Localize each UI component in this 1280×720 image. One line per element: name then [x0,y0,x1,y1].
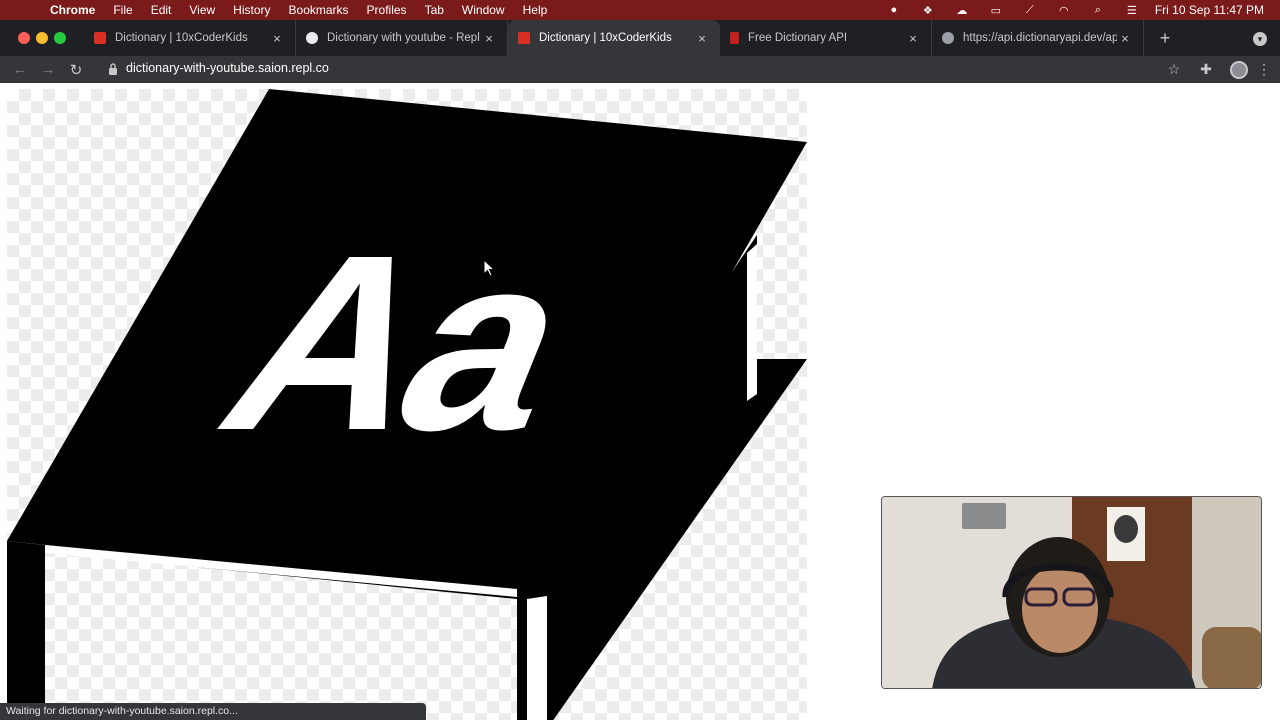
close-tab-icon[interactable]: × [1117,31,1133,46]
page-load-status: Waiting for dictionary-with-youtube.saio… [0,703,426,720]
tab-replit[interactable]: Dictionary with youtube - Repl × [296,20,508,56]
close-tab-icon[interactable]: × [269,31,285,46]
zoom-window-button[interactable] [54,32,66,44]
favicon-icon [94,32,106,44]
menu-edit[interactable]: Edit [151,3,172,17]
tab-dictionary-active[interactable]: Dictionary | 10xCoderKids × [508,20,720,56]
favicon-icon [306,32,318,44]
tab-title: https://api.dictionaryapi.dev/ap [963,32,1117,44]
menu-bookmarks[interactable]: Bookmarks [289,3,349,17]
menu-view[interactable]: View [189,3,215,17]
tab-free-dictionary-api[interactable]: Free Dictionary API × [720,20,932,56]
app-menus: Chrome File Edit View History Bookmarks … [50,3,565,17]
lock-icon[interactable] [108,62,118,76]
presenter-webcam-feed [882,497,1261,688]
browser-tab-strip: Dictionary | 10xCoderKids × Dictionary w… [0,20,1280,56]
mouse-cursor-icon [483,259,495,277]
close-tab-icon[interactable]: × [481,31,497,46]
tab-dictionary-1[interactable]: Dictionary | 10xCoderKids × [84,20,296,56]
favicon-icon [730,32,739,44]
menu-bar-clock[interactable]: Fri 10 Sep 11:47 PM [1155,3,1264,17]
macos-menu-bar: Chrome File Edit View History Bookmarks … [0,0,1280,20]
tab-api-url[interactable]: https://api.dictionaryapi.dev/ap × [932,20,1144,56]
favicon-icon [518,32,530,44]
extensions-icon[interactable]: ✚ [1190,61,1222,78]
menu-window[interactable]: Window [462,3,505,17]
menu-bar-status-area: ● ❖ ☁ ▭ ⟋ ◠ ⌕ ☰ Fri 10 Sep 11:47 PM [877,0,1280,20]
cloud-icon[interactable]: ☁ [945,4,979,17]
screen-record-icon[interactable]: ● [877,4,911,16]
address-bar[interactable]: dictionary-with-youtube.saion.repl.co [126,61,329,75]
dropbox-icon[interactable]: ❖ [911,4,945,17]
window-controls [18,32,72,44]
back-button[interactable]: ← [6,61,34,78]
profile-avatar[interactable] [1230,60,1248,79]
tab-title: Dictionary with youtube - Repl [327,32,480,44]
close-tab-icon[interactable]: × [694,31,710,46]
close-tab-icon[interactable]: × [905,31,921,46]
chrome-menu-icon[interactable]: ⋮ [1256,61,1272,78]
minimize-window-button[interactable] [36,32,48,44]
tab-title: Dictionary | 10xCoderKids [539,32,672,44]
bluetooth-off-icon[interactable]: ⟋ [1013,4,1047,17]
spotlight-search-icon[interactable]: ⌕ [1081,4,1115,17]
wifi-icon[interactable]: ◠ [1047,4,1081,17]
tab-title: Dictionary | 10xCoderKids [115,32,248,44]
tab-search-icon[interactable]: ▾ [1253,32,1267,46]
tab-title: Free Dictionary API [748,32,848,44]
menu-app-name[interactable]: Chrome [50,3,95,17]
bookmark-star-icon[interactable]: ☆ [1158,61,1190,78]
dictionary-hero-image: Aa [7,89,807,720]
close-window-button[interactable] [18,32,30,44]
dictionary-book-icon: Aa [7,89,807,720]
tab-list: Dictionary | 10xCoderKids × Dictionary w… [84,20,1144,56]
browser-toolbar: ← → ↻ dictionary-with-youtube.saion.repl… [0,56,1280,83]
reload-button[interactable]: ↻ [62,61,90,79]
battery-icon[interactable]: ▭ [979,4,1013,17]
navigation-buttons: ← → ↻ [6,56,90,83]
webcam-overlay [881,496,1262,689]
control-center-icon[interactable]: ☰ [1115,4,1149,17]
menu-history[interactable]: History [233,3,270,17]
menu-tab[interactable]: Tab [425,3,444,17]
menu-profiles[interactable]: Profiles [367,3,407,17]
forward-button[interactable]: → [34,61,62,78]
menu-file[interactable]: File [113,3,132,17]
toolbar-actions: ☆ ✚ ⋮ [1158,56,1272,83]
new-tab-button[interactable]: + [1156,29,1174,47]
globe-icon [942,32,954,44]
menu-help[interactable]: Help [523,3,548,17]
